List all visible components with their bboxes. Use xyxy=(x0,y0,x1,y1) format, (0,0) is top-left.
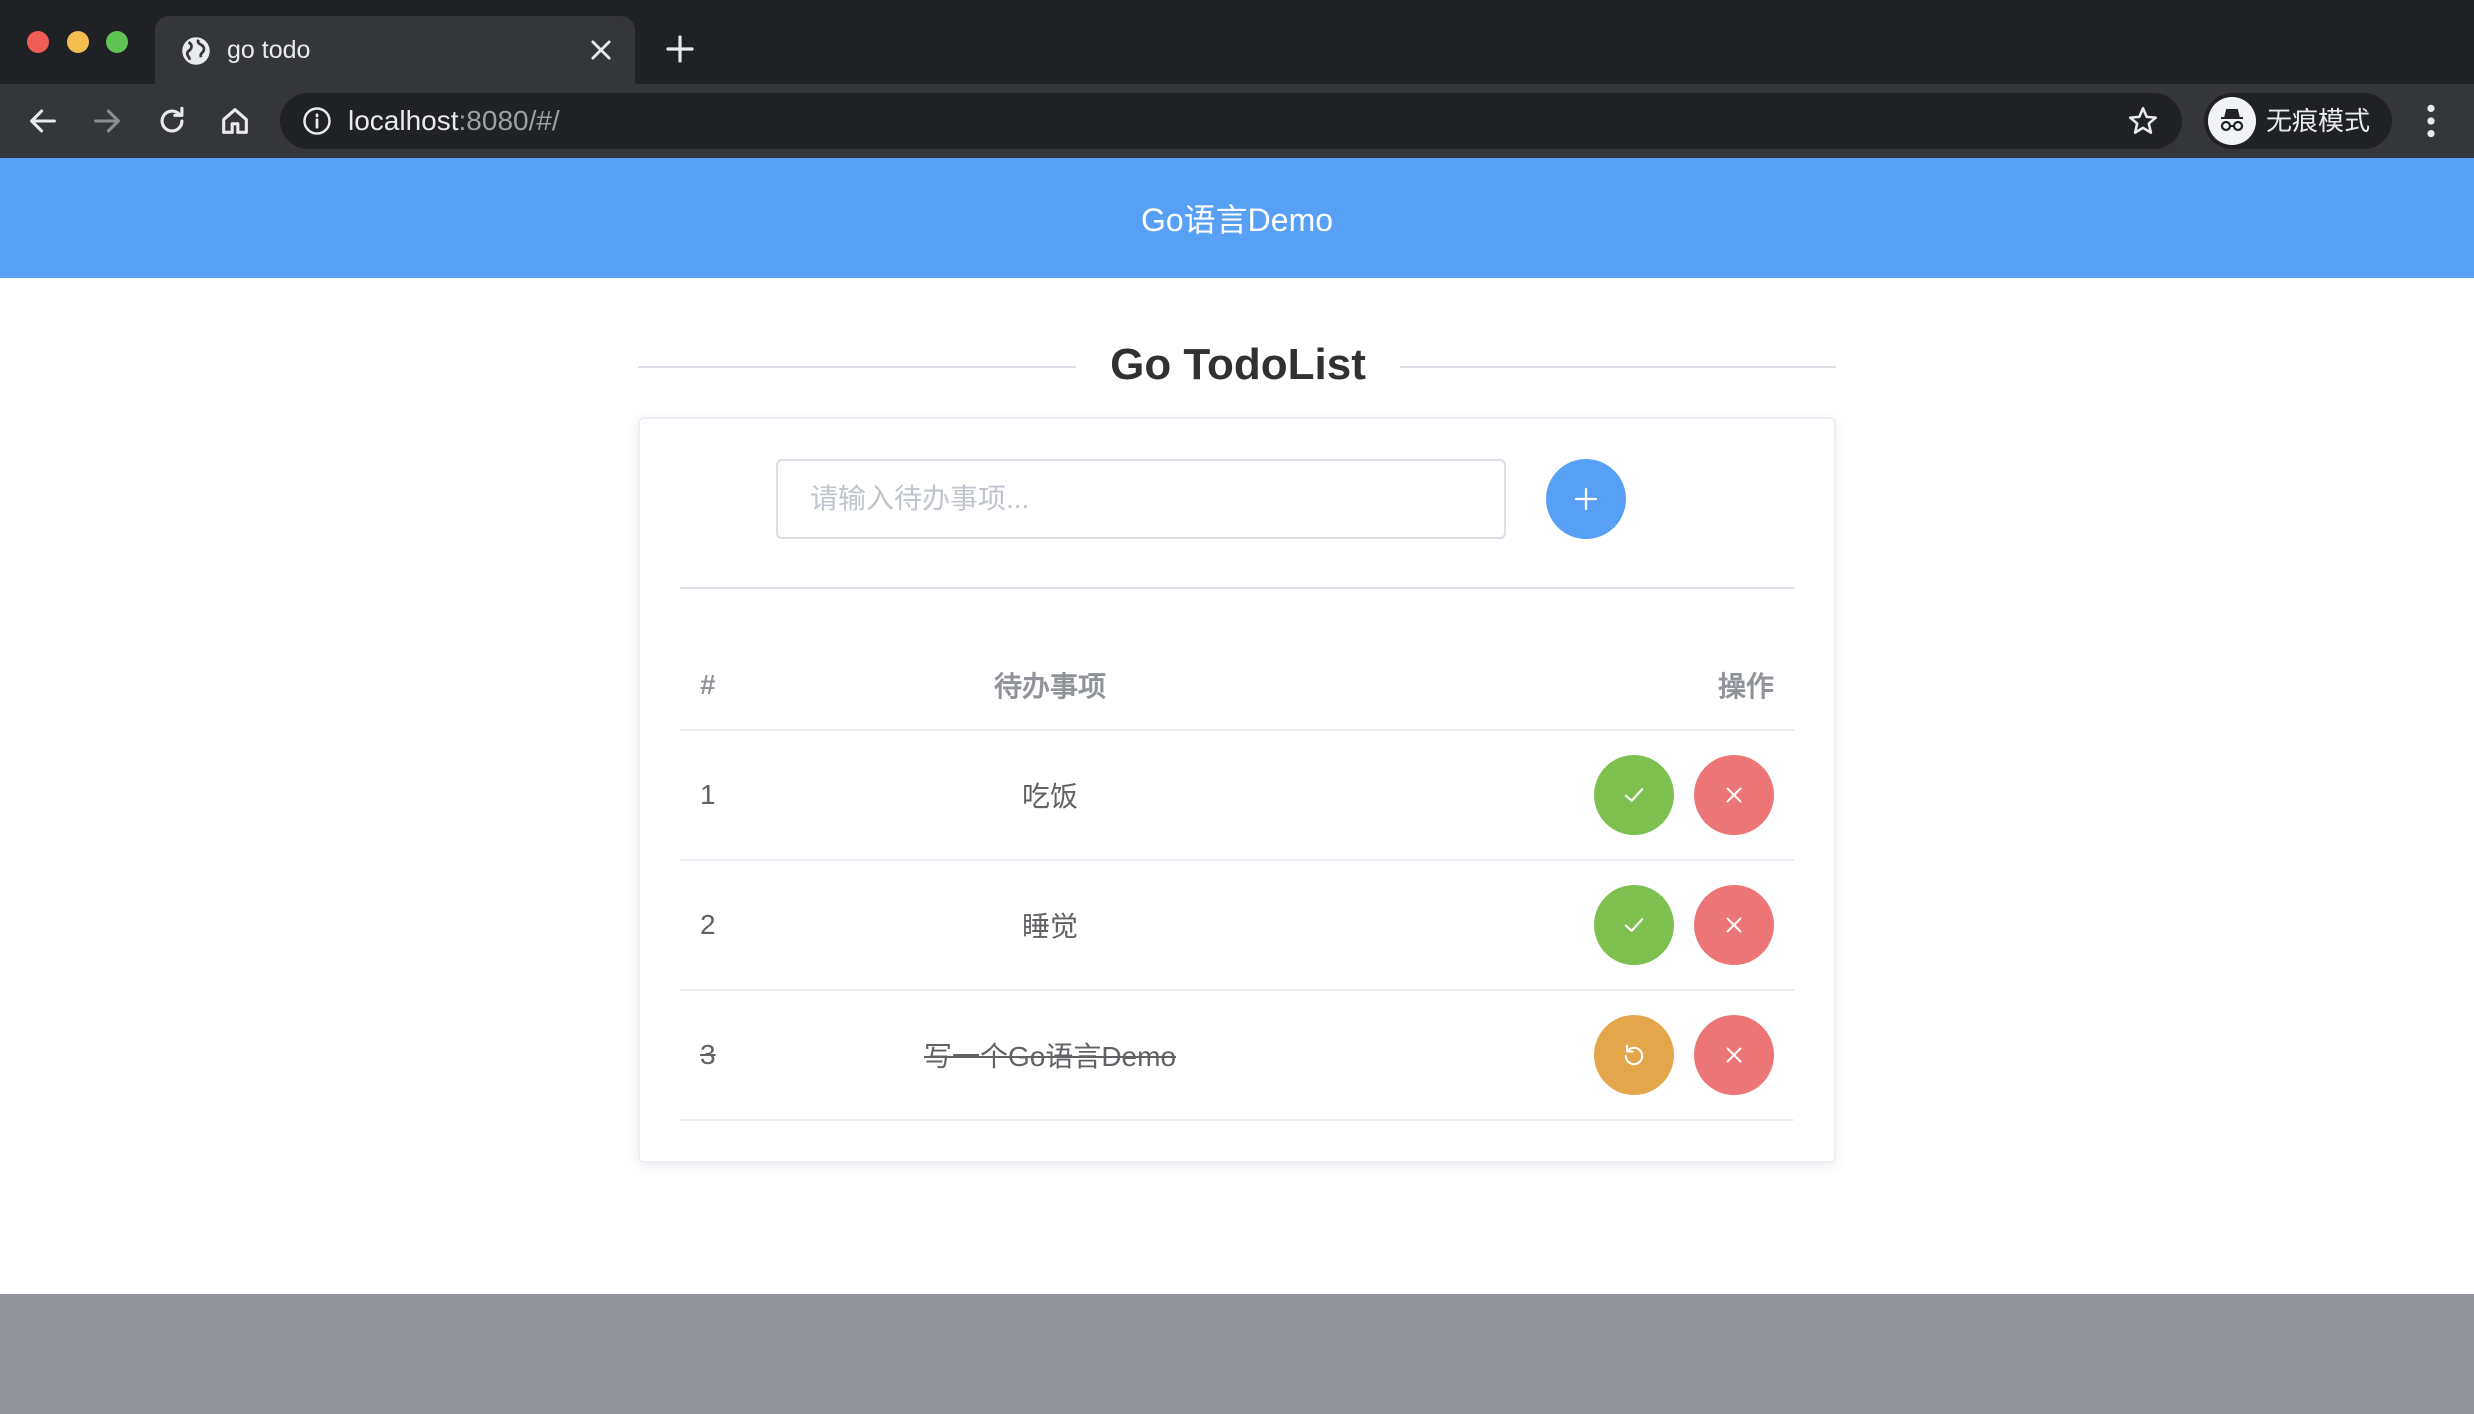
header-actions: 操作 xyxy=(1717,671,1774,702)
app-header-title: Go语言Demo xyxy=(1140,202,1334,238)
incognito-icon xyxy=(2208,97,2256,145)
row-index: 2 xyxy=(700,909,716,940)
globe-icon xyxy=(182,37,210,65)
browser-toolbar: localhost:8080/#/ 无痕模式 xyxy=(0,84,2474,158)
table-row: 3 写一个Go语言Demo xyxy=(680,991,1794,1121)
row-title: 吃饭 xyxy=(1021,781,1078,812)
incognito-label: 无痕模式 xyxy=(2266,106,2371,136)
table-row: 2 睡觉 xyxy=(680,861,1794,991)
window-minimize-button[interactable] xyxy=(67,31,89,53)
browser-tab[interactable]: go todo xyxy=(155,16,635,84)
todo-card: # 待办事项 操作 1 吃饭 2 睡觉 xyxy=(638,417,1836,1163)
more-menu-icon[interactable] xyxy=(2414,100,2448,142)
plus-icon xyxy=(1574,487,1598,511)
back-arrow-icon[interactable] xyxy=(26,104,60,138)
row-title: 写一个Go语言Demo xyxy=(923,1041,1177,1072)
row-actions xyxy=(1594,861,1774,989)
form-divider xyxy=(680,587,1794,589)
todo-table: # 待办事项 操作 1 吃饭 2 睡觉 3 写一个Go语言Demo xyxy=(680,641,1794,1121)
undo-button[interactable] xyxy=(1594,1015,1674,1095)
close-tab-icon[interactable] xyxy=(587,36,615,64)
table-header: # 待办事项 操作 xyxy=(680,641,1794,731)
title-divider-right xyxy=(1400,366,1836,368)
title-divider-left xyxy=(638,366,1076,368)
table-row: 1 吃饭 xyxy=(680,731,1794,861)
delete-button[interactable] xyxy=(1694,885,1774,965)
row-index: 3 xyxy=(700,1039,716,1070)
delete-button[interactable] xyxy=(1694,1015,1774,1095)
complete-button[interactable] xyxy=(1594,885,1674,965)
complete-button[interactable] xyxy=(1594,755,1674,835)
window-zoom-button[interactable] xyxy=(106,31,128,53)
row-actions xyxy=(1594,991,1774,1119)
todo-input[interactable] xyxy=(776,459,1506,539)
browser-chrome: go todo localhost:8080/#/ 无痕模式 xyxy=(0,0,2474,158)
info-icon[interactable] xyxy=(302,106,332,136)
row-actions xyxy=(1594,731,1774,859)
address-bar[interactable]: localhost:8080/#/ xyxy=(280,93,2182,149)
url-text: localhost:8080/#/ xyxy=(348,105,560,137)
header-index: # xyxy=(700,669,716,700)
page-footer xyxy=(0,1294,2474,1414)
close-icon xyxy=(1726,1047,1742,1063)
app-header: Go语言Demo xyxy=(0,158,2474,278)
forward-arrow-icon[interactable] xyxy=(90,104,124,138)
home-icon[interactable] xyxy=(218,104,252,138)
add-todo-button[interactable] xyxy=(1546,459,1626,539)
header-item: 待办事项 xyxy=(993,671,1106,702)
close-icon xyxy=(1726,787,1742,803)
new-tab-icon[interactable] xyxy=(664,33,696,65)
check-icon xyxy=(1624,918,1644,932)
refresh-icon xyxy=(1624,1044,1644,1066)
incognito-profile-button[interactable]: 无痕模式 xyxy=(2204,93,2392,149)
tab-title: go todo xyxy=(227,36,311,64)
row-index: 1 xyxy=(700,779,716,810)
page-title: Go TodoList xyxy=(1076,334,1400,414)
url-path: :8080/#/ xyxy=(458,105,560,136)
row-title: 睡觉 xyxy=(1021,911,1078,942)
check-icon xyxy=(1624,788,1644,802)
reload-icon[interactable] xyxy=(155,104,189,138)
close-icon xyxy=(1726,917,1742,933)
delete-button[interactable] xyxy=(1694,755,1774,835)
bookmark-star-icon[interactable] xyxy=(2126,104,2160,138)
window-close-button[interactable] xyxy=(27,31,49,53)
url-host: localhost xyxy=(348,105,459,136)
